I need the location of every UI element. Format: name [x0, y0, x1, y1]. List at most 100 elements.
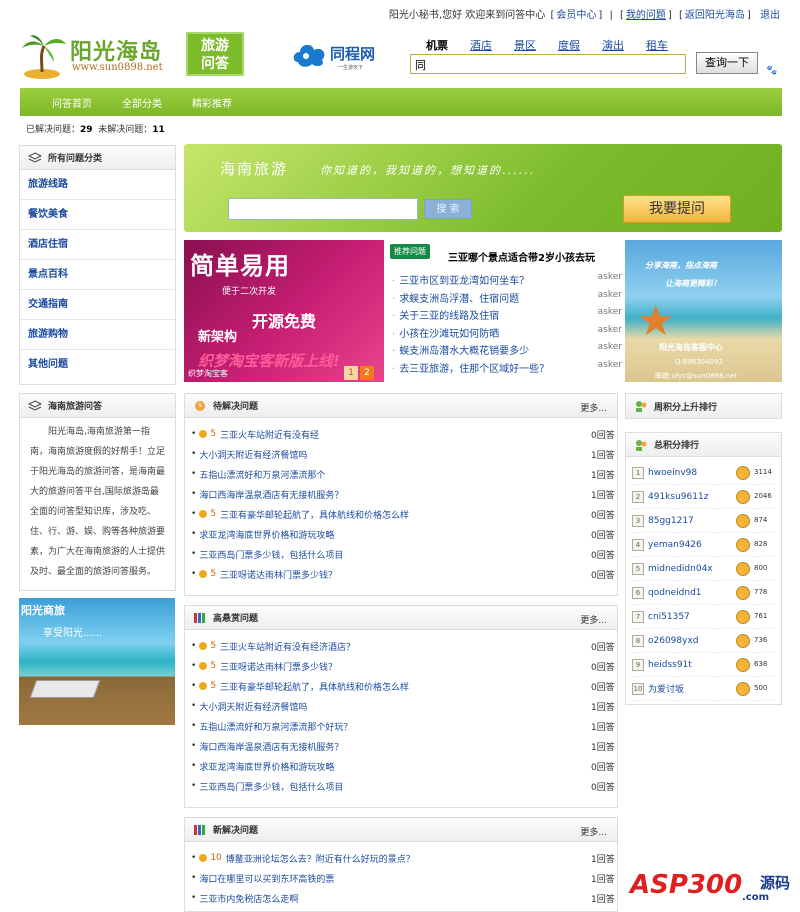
ranking-row[interactable]: 7 cni51357 761 [632, 605, 775, 629]
list-item[interactable]: • 大小洞天附近有经济餐馆吗 1回答 [191, 696, 617, 716]
list-item[interactable]: • 5 三亚有豪华邮轮起航了，具体航线和价格怎么样 0回答 [191, 676, 617, 696]
username-link[interactable]: hwoeinv98 [648, 468, 697, 478]
list-item[interactable]: • 三亚市内免税店怎么走啊 1回答 [191, 888, 617, 908]
question-link[interactable]: 三亚火车站附近有没有经 [220, 428, 319, 441]
tab-hotels[interactable]: 酒店 [470, 37, 492, 53]
ranking-row[interactable]: 10 为爱讨坂 500 [632, 677, 775, 701]
nav-featured[interactable]: 精彩推荐 [192, 95, 232, 110]
ranking-row[interactable]: 3 85gg1217 874 [632, 509, 775, 533]
ranking-row[interactable]: 9 heidss91t 638 [632, 653, 775, 677]
username-link[interactable]: 为爱讨坂 [648, 682, 684, 695]
banner-search-button[interactable]: 搜 索 [424, 199, 472, 219]
question-link[interactable]: 三亚西岛门票多少钱，包括什么项目 [199, 780, 343, 793]
pending-more-link[interactable]: 更多... [580, 401, 607, 414]
ranking-row[interactable]: 8 o26098yxd 736 [632, 629, 775, 653]
question-link[interactable]: 蜈支洲岛潜水大概花销要多少 [399, 346, 529, 357]
list-item[interactable]: · 蜈支洲岛潜水大概花销要多少 asker [392, 342, 622, 360]
list-item[interactable]: • 10 博鳌亚洲论坛怎么去？附近有什么好玩的景点？ 1回答 [191, 848, 617, 868]
list-item[interactable]: • 5 三亚火车站附近有没有经 0回答 [191, 424, 617, 444]
question-link[interactable]: 三亚有豪华邮轮起航了，具体航线和价格怎么样 [220, 680, 409, 693]
logout-link[interactable]: 退出 [760, 10, 780, 21]
list-item[interactable]: • 求亚龙湾海底世界价格和游玩攻略 0回答 [191, 524, 617, 544]
ranking-row[interactable]: 5 midnedidn04x 800 [632, 557, 775, 581]
list-item[interactable]: • 三亚西岛门票多少钱，包括什么项目 0回答 [191, 544, 617, 564]
list-item[interactable]: • 5 三亚呀诺达雨林门票多少钱？ 0回答 [191, 564, 617, 584]
ask-question-button[interactable]: 我要提问 [623, 195, 731, 223]
list-item[interactable]: · 去三亚旅游，住那个区域好一些？ asker [392, 360, 622, 378]
ranking-row[interactable]: 2 491ksu9611z 2046 [632, 485, 775, 509]
question-link[interactable]: 小孩在沙滩玩如何防晒 [399, 329, 499, 340]
nav-all-categories[interactable]: 全部分类 [122, 95, 162, 110]
ranking-row[interactable]: 6 qodneidnd1 778 [632, 581, 775, 605]
list-item[interactable]: • 5 三亚火车站附近有没有经济酒店？ 0回答 [191, 636, 617, 656]
question-link[interactable]: 博鳌亚洲论坛怎么去？附近有什么好玩的景点？ [226, 852, 415, 865]
question-link[interactable]: 大小洞天附近有经济餐馆吗 [199, 448, 307, 461]
side-promo-image[interactable]: 阳光商旅 享受阳光...... [19, 598, 175, 725]
question-link[interactable]: 三亚呀诺达雨林门票多少钱？ [220, 660, 337, 673]
question-link[interactable]: 三亚市内免税店怎么走啊 [199, 892, 298, 905]
username-link[interactable]: qodneidnd1 [648, 588, 702, 598]
ranking-row[interactable]: 1 hwoeinv98 3114 [632, 461, 775, 485]
tab-scenic[interactable]: 景区 [514, 37, 536, 53]
newly-solved-more-link[interactable]: 更多... [580, 825, 607, 838]
category-item-food[interactable]: 餐饮美食 [20, 200, 175, 230]
category-item-transport[interactable]: 交通指南 [20, 290, 175, 320]
question-link[interactable]: 海口西海岸温泉酒店有无接机服务？ [199, 740, 343, 753]
category-item-tour-routes[interactable]: 旅游线路 [20, 170, 175, 200]
question-link[interactable]: 去三亚旅游，住那个区域好一些？ [399, 364, 549, 375]
list-item[interactable]: • 海口西海岸温泉酒店有无接机服务？ 1回答 [191, 736, 617, 756]
list-item[interactable]: · 关于三亚的线路及住宿 asker [392, 307, 622, 325]
tab-shows[interactable]: 演出 [602, 37, 624, 53]
question-link[interactable]: 五指山漂流好和万泉河漂流那个好玩？ [199, 720, 352, 733]
tab-vacation[interactable]: 度假 [558, 37, 580, 53]
question-link[interactable]: 海口在哪里可以买到东环高铁的票 [199, 872, 334, 885]
username-link[interactable]: 85gg1217 [648, 516, 694, 526]
list-item[interactable]: • 三亚西岛门票多少钱，包括什么项目 0回答 [191, 776, 617, 796]
my-questions-link[interactable]: 我的问题 [626, 10, 666, 21]
site-logo[interactable]: 阳光海岛 www.sun0898.net 旅游 问答 [20, 32, 250, 80]
username-link[interactable]: cni51357 [648, 612, 690, 622]
question-link[interactable]: 求亚龙湾海底世界价格和游玩攻略 [199, 760, 334, 773]
list-item[interactable]: • 海口在哪里可以买到东环高铁的票 1回答 [191, 868, 617, 888]
username-link[interactable]: o26098yxd [648, 636, 699, 646]
category-item-attractions[interactable]: 景点百科 [20, 260, 175, 290]
question-link[interactable]: 三亚西岛门票多少钱，包括什么项目 [199, 548, 343, 561]
list-item[interactable]: • 大小洞天附近有经济餐馆吗 1回答 [191, 444, 617, 464]
slide-page-1[interactable]: 1 [344, 366, 358, 380]
recommended-title[interactable]: 三亚哪个景点适合带2岁小孩去玩 [448, 249, 595, 264]
question-link[interactable]: 三亚有豪华邮轮起航了，具体航线和价格怎么样 [220, 508, 409, 521]
question-link[interactable]: 三亚火车站附近有没有经济酒店？ [220, 640, 355, 653]
username-link[interactable]: heidss91t [648, 660, 692, 670]
question-link[interactable]: 大小洞天附近有经济餐馆吗 [199, 700, 307, 713]
question-link[interactable]: 三亚市区到亚龙湾如何坐车？ [399, 276, 529, 287]
question-link[interactable]: 五指山漂流好和万泉河漂流那个 [199, 468, 325, 481]
username-link[interactable]: 491ksu9611z [648, 492, 708, 502]
partner-logo[interactable]: 同程网 一生游天下 [292, 38, 402, 74]
username-link[interactable]: yeman9426 [648, 540, 702, 550]
list-item[interactable]: • 5 三亚有豪华邮轮起航了，具体航线和价格怎么样 0回答 [191, 504, 617, 524]
search-button[interactable]: 查询一下 [696, 52, 758, 74]
ranking-row[interactable]: 4 yeman9426 828 [632, 533, 775, 557]
service-promo-image[interactable]: 分享海南，指点海南 让海南更精彩！ ★ 阳光海岛客服中心 Q:896304092… [625, 240, 782, 382]
list-item[interactable]: • 求亚龙湾海底世界价格和游玩攻略 0回答 [191, 756, 617, 776]
member-center-link[interactable]: 会员中心 [556, 10, 596, 21]
promo-slideshow[interactable]: 简单易用 便于二次开发 开源免费 新架构 织梦淘宝客新版上线! 织梦淘宝客 1 … [184, 240, 384, 382]
banner-search-input[interactable] [228, 198, 418, 220]
list-item[interactable]: · 三亚市区到亚龙湾如何坐车？ asker [392, 272, 622, 290]
category-item-other[interactable]: 其他问题 [20, 350, 175, 380]
question-link[interactable]: 求蜈支洲岛浮潜、住宿问题 [399, 294, 519, 305]
question-link[interactable]: 关于三亚的线路及住宿 [399, 311, 499, 322]
list-item[interactable]: · 小孩在沙滩玩如何防晒 asker [392, 325, 622, 343]
list-item[interactable]: • 5 三亚呀诺达雨林门票多少钱？ 0回答 [191, 656, 617, 676]
tab-flights[interactable]: 机票 [426, 37, 448, 53]
list-item[interactable]: • 五指山漂流好和万泉河漂流那个 1回答 [191, 464, 617, 484]
slide-page-2[interactable]: 2 [360, 366, 374, 380]
list-item[interactable]: • 五指山漂流好和万泉河漂流那个好玩？ 1回答 [191, 716, 617, 736]
search-input[interactable]: 同 [410, 54, 686, 74]
category-item-hotels[interactable]: 酒店住宿 [20, 230, 175, 260]
back-home-link[interactable]: 返回阳光海岛 [685, 10, 745, 21]
question-link[interactable]: 三亚呀诺达雨林门票多少钱？ [220, 568, 337, 581]
question-link[interactable]: 求亚龙湾海底世界价格和游玩攻略 [199, 528, 334, 541]
question-link[interactable]: 海口西海岸温泉酒店有无接机服务？ [199, 488, 343, 501]
username-link[interactable]: midnedidn04x [648, 564, 713, 574]
